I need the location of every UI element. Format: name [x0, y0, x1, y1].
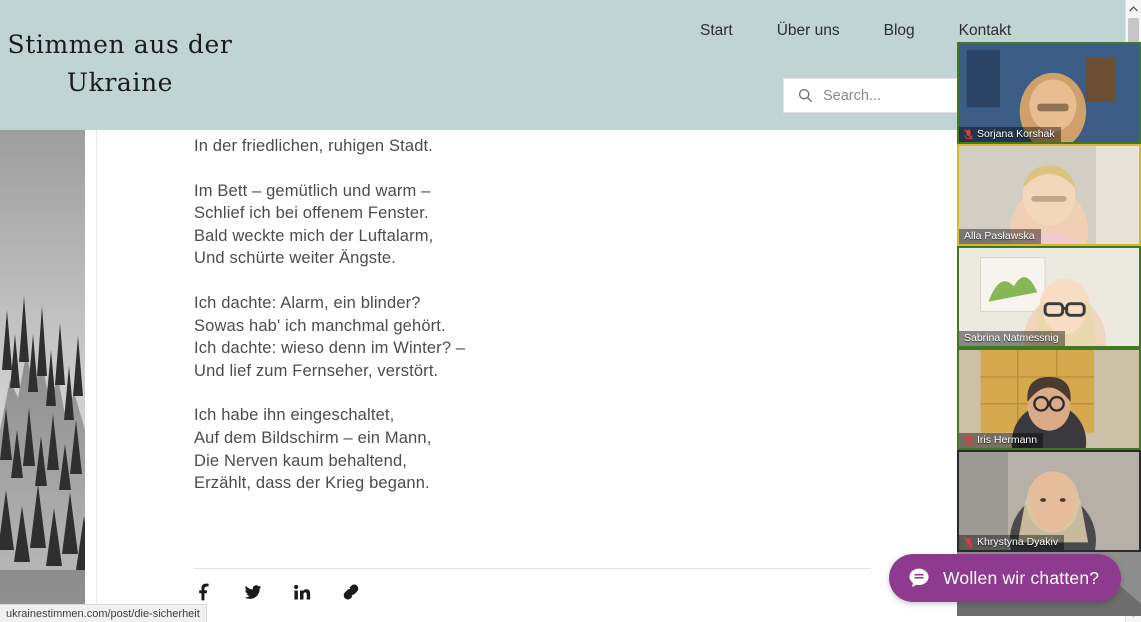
chat-widget-label: Wollen wir chatten? [943, 567, 1100, 588]
poem-line: Ich dachte: wieso denn im Winter? – [194, 339, 466, 358]
poem-body: In der friedlichen, ruhigen Stadt. Im Be… [194, 135, 834, 517]
browser-viewport: Stimmen aus der Ukraine Start Über uns B… [0, 0, 1141, 622]
video-tile-participant[interactable]: Sorjana Korshak [957, 42, 1141, 144]
copy-link-icon[interactable] [341, 582, 361, 602]
browser-status-bar: ukrainestimmen.com/post/die-sicherheit [0, 604, 207, 622]
social-share-bar [194, 582, 361, 602]
video-tile-participant[interactable]: Alla Pasławska [957, 144, 1141, 246]
poem-line: Die Nerven kaum behaltend, [194, 451, 408, 470]
linkedin-share-icon[interactable] [292, 582, 312, 602]
poem-line: Und schürte weiter Ängste. [194, 249, 396, 268]
chat-bubble-icon [907, 566, 931, 590]
participant-name: Sorjana Korshak [977, 128, 1055, 140]
video-call-panel: Sorjana Korshak Alla Pasławska Sabrina N… [957, 42, 1141, 616]
chat-widget-button[interactable]: Wollen wir chatten? [889, 554, 1122, 602]
poem-line: Ich dachte: Alarm, ein blinder? [194, 293, 421, 312]
poem-line: Bald weckte mich der Luftalarm, [194, 226, 434, 245]
poem-line: Und lief zum Fernseher, verstört. [194, 361, 439, 380]
nav-item-start[interactable]: Start [700, 22, 733, 40]
nav-item-blog[interactable]: Blog [884, 22, 915, 40]
mic-muted-icon [964, 536, 973, 548]
participant-name: Sabrina Natmessnig [964, 332, 1059, 344]
participant-name: Khrystyna Dyakiv [977, 536, 1059, 548]
poem-line: Sowas hab' ich manchmal gehört. [194, 316, 446, 335]
scroll-up-arrow-icon[interactable] [1126, 0, 1141, 17]
poem-line: Ich habe ihn eingeschaltet, [194, 406, 395, 425]
facebook-share-icon[interactable] [194, 582, 214, 602]
poem-stanza: Im Bett – gemütlich und warm – Schlief i… [194, 180, 834, 270]
poem-line: In der friedlichen, ruhigen Stadt. [194, 137, 433, 155]
video-tile-participant[interactable]: Sabrina Natmessnig [957, 246, 1141, 348]
poem-line: Erzählt, dass der Krieg begann. [194, 474, 430, 493]
poem-line: Schlief ich bei offenem Fenster. [194, 204, 429, 223]
nav-item-kontakt[interactable]: Kontakt [959, 22, 1012, 40]
poem-stanza: Ich dachte: Alarm, ein blinder? Sowas ha… [194, 292, 834, 382]
logo-line-2: Ukraine [66, 68, 174, 97]
main-navigation: Start Über uns Blog Kontakt [700, 22, 1011, 40]
poem-stanza: In der friedlichen, ruhigen Stadt. [194, 135, 834, 158]
search-icon [798, 88, 813, 103]
participant-name-bar: Khrystyna Dyakiv [959, 535, 1065, 550]
poem-line: Auf dem Bildschirm – ein Mann, [194, 428, 432, 447]
share-divider [194, 568, 871, 569]
site-logo[interactable]: Stimmen aus der Ukraine [0, 26, 240, 102]
twitter-share-icon[interactable] [243, 582, 263, 602]
video-tile-participant[interactable]: Iris Hermann [957, 348, 1141, 450]
mic-muted-icon [964, 128, 973, 140]
article-column: In der friedlichen, ruhigen Stadt. Im Be… [96, 130, 941, 622]
nav-item-ueber-uns[interactable]: Über uns [777, 22, 840, 40]
logo-line-1: Stimmen aus der [7, 30, 233, 59]
article-side-photo [0, 130, 85, 610]
participant-name-bar: Alla Pasławska [959, 229, 1041, 244]
poem-stanza: Ich habe ihn eingeschaltet, Auf dem Bild… [194, 404, 834, 494]
participant-name-bar: Iris Hermann [959, 433, 1044, 448]
mic-muted-icon [964, 434, 973, 446]
participant-name-bar: Sabrina Natmessnig [959, 331, 1065, 346]
participant-name: Alla Pasławska [964, 230, 1035, 242]
poem-line: Im Bett – gemütlich und warm – [194, 181, 431, 200]
participant-name-bar: Sorjana Korshak [959, 127, 1061, 142]
participant-name: Iris Hermann [977, 434, 1038, 446]
video-tile-participant[interactable]: Khrystyna Dyakiv [957, 450, 1141, 552]
